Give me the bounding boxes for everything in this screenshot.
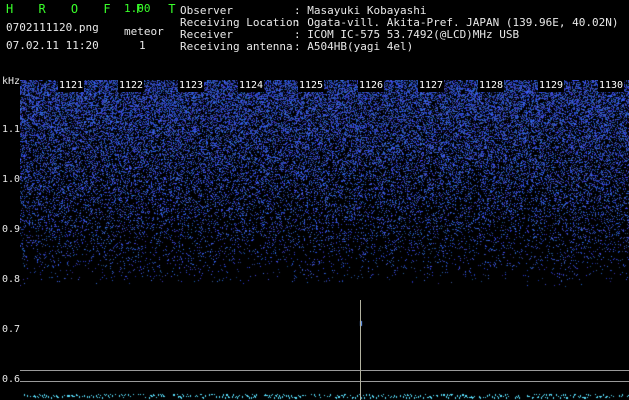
x-tick-1129: 1129	[538, 80, 565, 92]
app-logo: H R O F F T	[6, 2, 185, 16]
y-tick-1-0: 1.0	[2, 174, 21, 185]
info-antenna-label: Receiving antenna	[180, 40, 293, 53]
spectrogram-canvas	[20, 80, 629, 400]
reference-line-lower	[20, 381, 629, 382]
filename-label: 0702111120.png	[6, 21, 99, 34]
meteor-count: 1	[139, 39, 146, 52]
datetime-label: 07.02.11 11:20	[6, 39, 99, 52]
info-antenna-value: : A504HB(yagi 4el)	[294, 40, 414, 53]
meteor-label: meteor	[124, 25, 164, 38]
meteor-marker-line	[360, 300, 361, 400]
x-tick-1121: 1121	[58, 80, 85, 92]
y-tick-0-8: 0.8	[2, 274, 21, 285]
x-tick-1126: 1126	[358, 80, 385, 92]
x-tick-1122: 1122	[118, 80, 145, 92]
x-tick-1130: 1130	[598, 80, 625, 92]
y-axis-unit: kHz	[2, 76, 21, 87]
reference-line-upper	[20, 370, 629, 371]
x-tick-1123: 1123	[178, 80, 205, 92]
x-tick-1124: 1124	[238, 80, 265, 92]
x-tick-1125: 1125	[298, 80, 325, 92]
y-tick-0-7: 0.7	[2, 324, 21, 335]
app-version: 1.00	[124, 2, 151, 15]
x-tick-1128: 1128	[478, 80, 505, 92]
y-tick-1-1: 1.1	[2, 124, 21, 135]
y-tick-0-6: 0.6	[2, 374, 21, 385]
y-tick-0-9: 0.9	[2, 224, 21, 235]
spectrogram-area	[20, 80, 629, 400]
x-tick-1127: 1127	[418, 80, 445, 92]
